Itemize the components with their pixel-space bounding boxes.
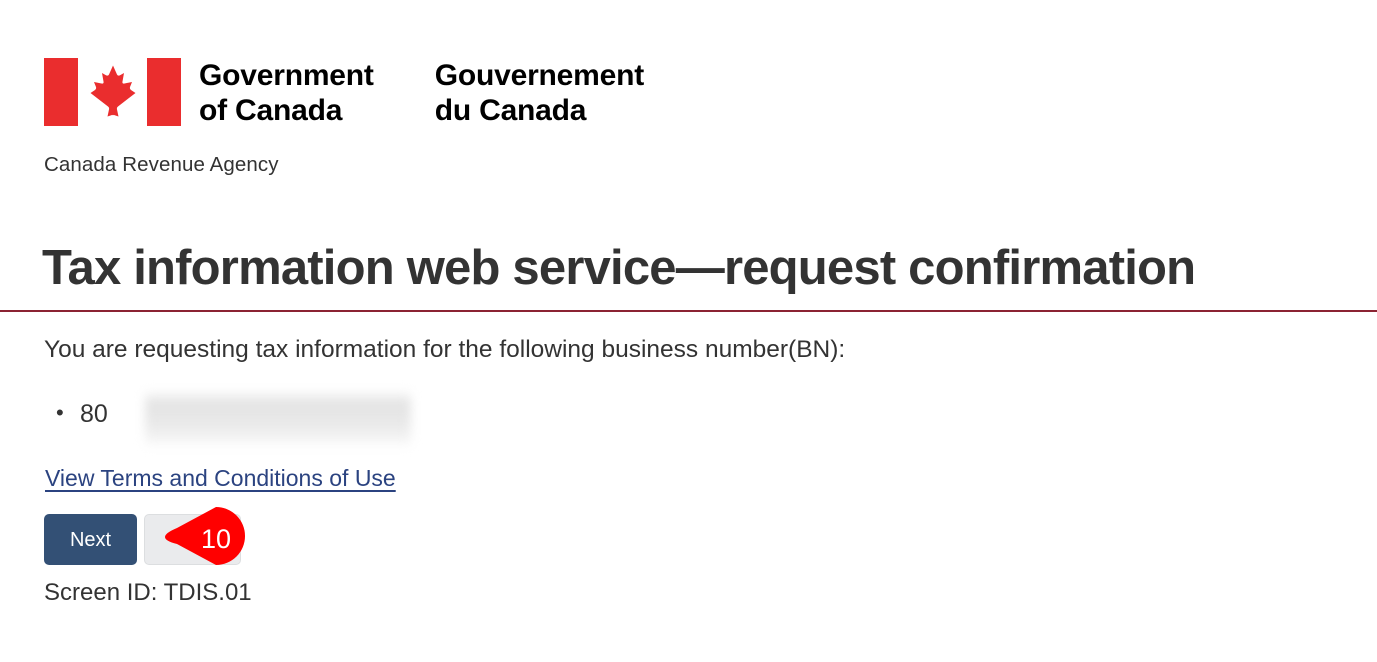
button-row: Next xyxy=(44,514,241,565)
title-divider xyxy=(0,310,1377,312)
goc-wordmark: Government of Canada Gouvernement du Can… xyxy=(199,58,644,128)
secondary-button[interactable] xyxy=(144,514,241,565)
list-item: 80 xyxy=(56,397,108,430)
maple-leaf-icon xyxy=(90,65,136,120)
gc-header: Government of Canada Gouvernement du Can… xyxy=(44,58,644,128)
wordmark-en-line1: Government xyxy=(199,59,374,92)
page-title: Tax information web service—request conf… xyxy=(42,241,1196,295)
terms-and-conditions-link[interactable]: View Terms and Conditions of Use xyxy=(45,463,396,493)
wordmark-english: Government of Canada xyxy=(199,58,374,128)
flag-bar-left xyxy=(44,58,78,126)
page-root: Government of Canada Gouvernement du Can… xyxy=(0,0,1377,662)
business-number-list: 80 xyxy=(44,397,108,430)
wordmark-fr-line1: Gouvernement xyxy=(434,59,645,92)
wordmark-french: Gouvernement du Canada xyxy=(434,58,645,128)
wordmark-en-line2: of Canada xyxy=(199,94,343,127)
wordmark-fr-line2: du Canada xyxy=(434,94,587,127)
intro-text: You are requesting tax information for t… xyxy=(44,336,846,363)
department-name: Canada Revenue Agency xyxy=(44,153,279,176)
next-button[interactable]: Next xyxy=(44,514,137,565)
screen-id: Screen ID: TDIS.01 xyxy=(44,579,252,606)
business-number-prefix: 80 xyxy=(80,400,108,428)
canada-flag-icon xyxy=(44,58,181,126)
flag-bar-right xyxy=(147,58,181,126)
business-number-redaction-blur xyxy=(145,390,411,448)
